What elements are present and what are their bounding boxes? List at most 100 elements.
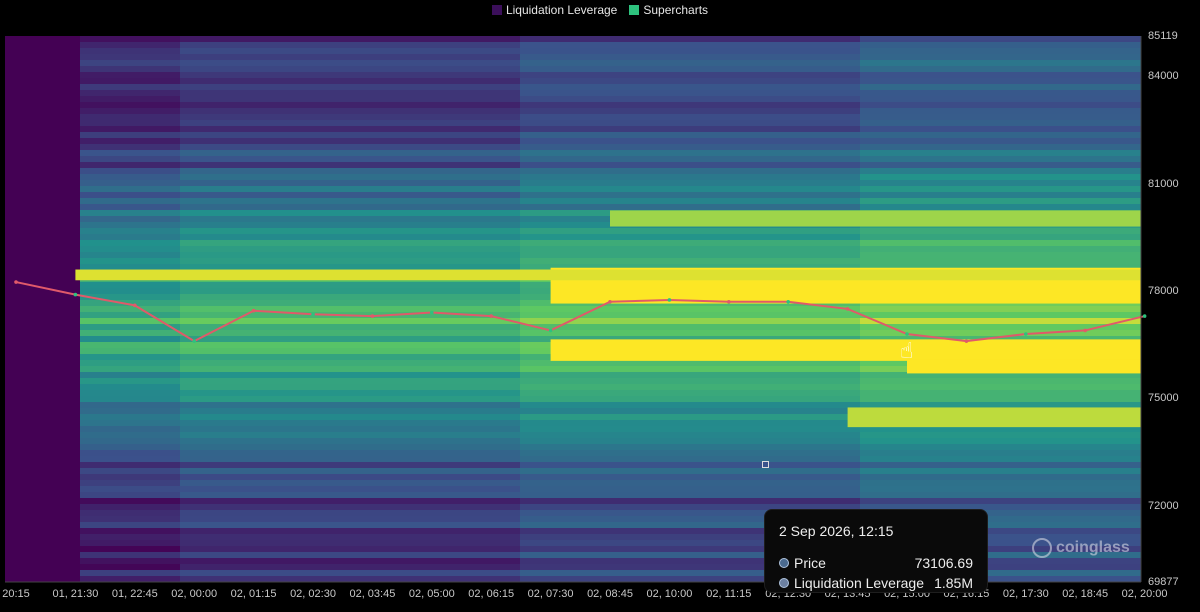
chart-legend: Liquidation Leverage Supercharts [0,3,1200,17]
heatmap-cell [860,486,1141,492]
heatmap-cell [80,402,180,408]
heatmap-cell [520,384,860,390]
heatmap-cell [180,228,520,234]
heatmap-cell [520,240,860,246]
heatmap-cell [860,234,1141,240]
heatmap-cell [520,324,860,330]
heatmap-cell [860,480,1141,486]
heatmap-cell [520,438,860,444]
liquidation-heatmap-chart[interactable] [0,0,1200,612]
heatmap-cell [520,168,860,174]
heatmap-cell [80,150,180,156]
heatmap-cell [860,306,1141,312]
heatmap-cell [180,456,520,462]
heatmap-cell [180,390,520,396]
heatmap-cell [180,408,520,414]
heatmap-cell [860,72,1141,78]
heatmap-cell [180,222,520,228]
heatmap-cell [520,450,860,456]
tooltip-value: 1.85M [934,575,973,591]
heatmap-cell [180,234,520,240]
heatmap-cell [860,240,1141,246]
legend-item-supercharts[interactable]: Supercharts [629,3,708,17]
heatmap-cell [520,54,860,60]
heatmap-cell [520,42,860,48]
heatmap-cell [80,144,180,150]
heatmap-cell [520,126,860,132]
heatmap-cell [180,414,520,420]
heatmap-cell [80,360,180,366]
heatmap-cell [180,240,520,246]
heatmap-cell [80,516,180,522]
y-tick-label: 78000 [1148,285,1179,298]
crosshair-marker [762,461,769,468]
heatmap-cell [80,474,180,480]
heatmap-cell [860,246,1141,252]
heatmap-cell [860,450,1141,456]
heatmap-cell [80,456,180,462]
heatmap-cell [180,180,520,186]
heatmap-cell [860,390,1141,396]
heatmap-cell [520,138,860,144]
x-tick-label: 02, 02:30 [290,588,336,600]
heatmap-cell [860,36,1141,42]
heatmap-cell [860,204,1141,210]
heatmap-cell [860,492,1141,498]
heatmap-cell [860,318,1141,324]
heatmap-cell [180,210,520,216]
price-point [667,298,672,302]
heatmap-cell [80,324,180,330]
heatmap-cell [80,54,180,60]
heatmap-cell [520,180,860,186]
heatmap-cell [860,96,1141,102]
heatmap-cell [180,114,520,120]
heatmap-cell [80,36,180,42]
heatmap-cell [180,540,520,546]
price-point [251,308,256,313]
heatmap-cell [520,396,860,402]
heatmap-cell [80,510,180,516]
heatmap-cell [860,162,1141,168]
heatmap-cell [180,42,520,48]
legend-item-liquidation-leverage[interactable]: Liquidation Leverage [491,3,617,17]
heatmap-cell [80,396,180,402]
heatmap-cell [520,258,860,264]
heatmap-cell [180,378,520,384]
tooltip-label: Liquidation Leverage [794,575,924,591]
heatmap-cell [80,246,180,252]
heatmap-cell [860,90,1141,96]
heatmap-cell [80,540,180,546]
heatmap-cell [80,450,180,456]
heatmap-cell [180,306,520,312]
legend-swatch-supercharts [629,5,640,15]
heatmap-cell [180,342,520,348]
chart-tooltip: 2 Sep 2026, 12:15 Price 73106.69 Liquida… [764,509,988,593]
price-point [608,299,612,304]
x-tick-label: 02, 05:00 [408,588,455,600]
heatmap-cell [80,558,180,564]
heatmap-cell [180,366,520,372]
heatmap-cell [80,480,180,486]
heatmap-cell [520,330,860,336]
heatmap-cell [80,570,180,576]
liquidation-band-2 [907,359,1141,374]
heatmap-cell [180,126,520,132]
heatmap-cell [860,78,1141,84]
heatmap-cell [80,426,180,432]
heatmap-cell [520,90,860,96]
heatmap-cell [80,408,180,414]
heatmap-cell [520,426,860,432]
heatmap-cell [80,528,180,534]
heatmap-cell [80,132,180,138]
heatmap-cell [80,258,180,264]
heatmap-cell [180,558,520,564]
price-point [727,299,731,304]
heatmap-cell [180,498,520,504]
x-tick-label: 02, 20:00 [1121,588,1168,600]
heatmap-cell [80,498,180,504]
heatmap-cell [80,468,180,474]
heatmap-cell [80,282,180,288]
x-tick-label: 02, 11:15 [706,588,752,600]
heatmap-cell [80,42,180,48]
heatmap-cell [80,60,180,66]
